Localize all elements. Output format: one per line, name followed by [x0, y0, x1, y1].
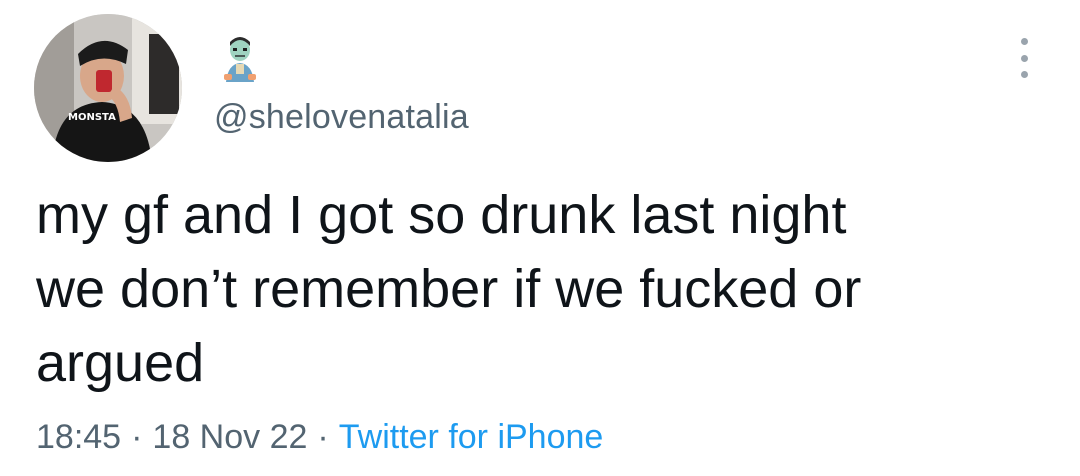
avatar[interactable]: MONSTA — [34, 14, 182, 162]
tweet-time[interactable]: 18:45 — [36, 418, 121, 456]
profile-photo: MONSTA — [34, 14, 182, 162]
tweet-source-link[interactable]: Twitter for iPhone — [339, 418, 604, 456]
author-handle[interactable]: @shelovenatalia — [214, 98, 469, 137]
tweet-meta: 18:45 · 18 Nov 22 · Twitter for iPhone — [36, 418, 603, 457]
zombie-emoji-icon — [220, 36, 260, 82]
meta-separator: · — [317, 418, 329, 456]
menu-dot — [1020, 38, 1028, 45]
svg-text:MONSTA: MONSTA — [68, 112, 116, 123]
tweet-text: my gf and I got so drunk last night we d… — [36, 185, 862, 393]
tweet-date[interactable]: 18 Nov 22 — [152, 418, 307, 456]
more-options-icon[interactable] — [1008, 38, 1040, 78]
menu-dot — [1020, 54, 1028, 62]
menu-dot — [1020, 71, 1028, 78]
meta-separator: · — [131, 418, 143, 456]
